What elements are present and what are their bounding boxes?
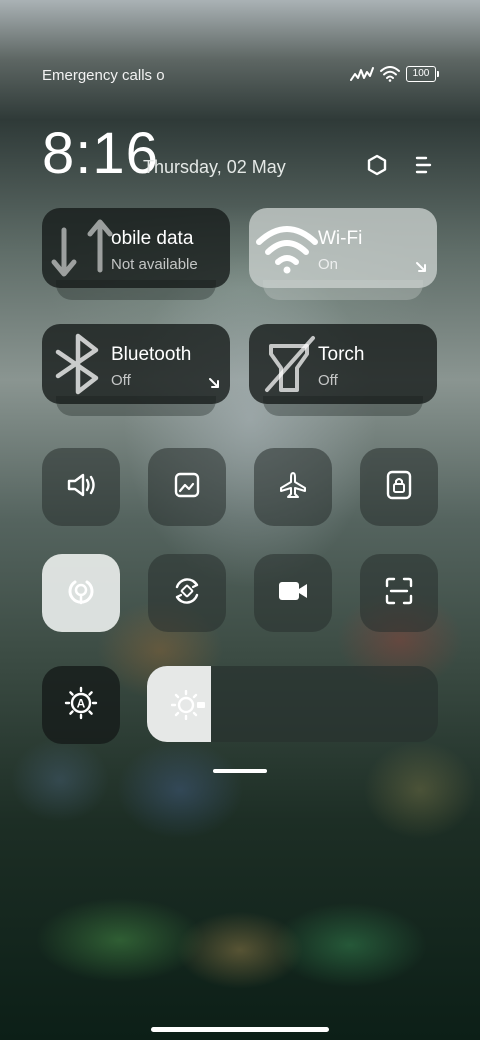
- torch-status: Off: [318, 372, 338, 389]
- wifi-label: Wi-Fi: [318, 228, 363, 249]
- bluetooth-label: Bluetooth: [111, 344, 192, 365]
- airplane-mode-toggle[interactable]: [254, 448, 332, 526]
- screen-recorder-icon: [277, 579, 309, 608]
- bluetooth-expand-icon[interactable]: [208, 376, 220, 394]
- location-icon: [66, 575, 96, 612]
- lock-screen-toggle[interactable]: [360, 448, 438, 526]
- edit-tiles-icon[interactable]: [408, 150, 438, 180]
- scanner-toggle[interactable]: [360, 554, 438, 632]
- brightness-icon: [170, 689, 205, 725]
- wifi-expand-icon[interactable]: [415, 260, 427, 278]
- auto-brightness-icon: A: [64, 686, 98, 725]
- torch-tile[interactable]: Torch Off: [249, 324, 437, 416]
- mobile-data-label: obile data: [111, 228, 194, 249]
- settings-icon[interactable]: [362, 150, 392, 180]
- auto-rotate-icon: [171, 575, 203, 612]
- airplane-mode-icon: [278, 470, 308, 505]
- bluetooth-status: Off: [111, 372, 131, 389]
- screen-recorder-toggle[interactable]: [254, 554, 332, 632]
- scanner-icon: [384, 576, 414, 611]
- screenshot-toggle[interactable]: [148, 448, 226, 526]
- mobile-data-status: Not available: [111, 256, 198, 273]
- mobile-data-icon: [48, 216, 118, 285]
- brightness-slider[interactable]: [147, 666, 438, 742]
- clock: 8:16: [42, 121, 159, 186]
- torch-label: Torch: [318, 344, 365, 365]
- sound-toggle[interactable]: [42, 448, 120, 526]
- bluetooth-tile[interactable]: Bluetooth Off: [42, 324, 230, 416]
- home-gesture-bar[interactable]: [151, 1027, 329, 1032]
- signal-icon: [350, 66, 374, 82]
- panel-drag-handle[interactable]: [213, 769, 267, 773]
- auto-rotate-toggle[interactable]: [148, 554, 226, 632]
- screenshot-icon: [173, 471, 201, 504]
- bluetooth-icon: [50, 332, 110, 401]
- battery-icon: 100: [406, 66, 439, 82]
- sound-icon: [65, 471, 97, 504]
- wifi-tile[interactable]: Wi-Fi On: [249, 208, 437, 300]
- torch-off-icon: [259, 332, 319, 401]
- svg-text:A: A: [77, 696, 86, 710]
- carrier-status-text: Emergency calls o: [42, 67, 165, 84]
- wifi-icon: [253, 214, 321, 283]
- auto-brightness-toggle[interactable]: A: [42, 666, 120, 744]
- status-bar: Emergency calls o 100: [42, 66, 439, 88]
- lock-screen-icon: [386, 470, 412, 505]
- wifi-status-icon: [380, 66, 400, 82]
- mobile-data-tile[interactable]: obile data Not available: [42, 208, 230, 300]
- date: Thursday, 02 May: [143, 157, 286, 177]
- wifi-status: On: [318, 256, 339, 273]
- location-toggle[interactable]: [42, 554, 120, 632]
- status-icons: 100: [350, 66, 439, 82]
